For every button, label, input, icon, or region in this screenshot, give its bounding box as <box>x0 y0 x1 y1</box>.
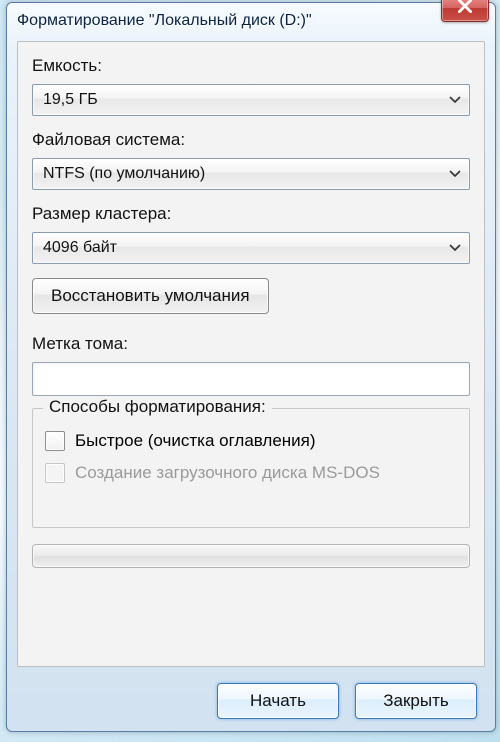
quick-format-checkbox[interactable]: Быстрое (очистка оглавления) <box>45 431 457 451</box>
format-dialog: Форматирование "Локальный диск (D:)" Емк… <box>6 2 496 732</box>
start-button-label: Начать <box>250 691 306 711</box>
msdos-boot-label: Создание загрузочного диска MS-DOS <box>75 463 380 483</box>
restore-defaults-label: Восстановить умолчания <box>51 286 250 306</box>
start-button[interactable]: Начать <box>217 683 339 719</box>
titlebar[interactable]: Форматирование "Локальный диск (D:)" <box>7 3 495 39</box>
checkbox-box-icon <box>45 463 65 483</box>
volume-label-input[interactable] <box>32 362 470 396</box>
quick-format-label: Быстрое (очистка оглавления) <box>75 431 316 451</box>
close-icon <box>458 0 472 27</box>
filesystem-label: Файловая система: <box>32 130 470 150</box>
format-options-group: Способы форматирования: Быстрое (очистка… <box>32 408 470 528</box>
chevron-down-icon <box>449 91 461 109</box>
filesystem-value: NTFS (по умолчанию) <box>43 165 205 183</box>
cluster-label: Размер кластера: <box>32 204 470 224</box>
volume-label-label: Метка тома: <box>32 334 470 354</box>
restore-defaults-button[interactable]: Восстановить умолчания <box>32 278 269 314</box>
dialog-footer: Начать Закрыть <box>7 671 495 731</box>
cluster-value: 4096 байт <box>43 239 117 257</box>
close-window-button[interactable] <box>441 0 489 22</box>
window-title: Форматирование "Локальный диск (D:)" <box>17 12 312 29</box>
client-area: Емкость: 19,5 ГБ Файловая система: NTFS … <box>17 41 485 667</box>
close-button-label: Закрыть <box>383 691 448 711</box>
filesystem-dropdown[interactable]: NTFS (по умолчанию) <box>32 158 470 190</box>
capacity-value: 19,5 ГБ <box>43 91 98 109</box>
msdos-boot-checkbox: Создание загрузочного диска MS-DOS <box>45 463 457 483</box>
chevron-down-icon <box>449 239 461 257</box>
chevron-down-icon <box>449 165 461 183</box>
capacity-dropdown[interactable]: 19,5 ГБ <box>32 84 470 116</box>
capacity-label: Емкость: <box>32 56 470 76</box>
format-options-legend: Способы форматирования: <box>43 397 272 417</box>
checkbox-box-icon <box>45 431 65 451</box>
progress-bar <box>32 544 470 568</box>
cluster-dropdown[interactable]: 4096 байт <box>32 232 470 264</box>
close-button[interactable]: Закрыть <box>355 683 477 719</box>
